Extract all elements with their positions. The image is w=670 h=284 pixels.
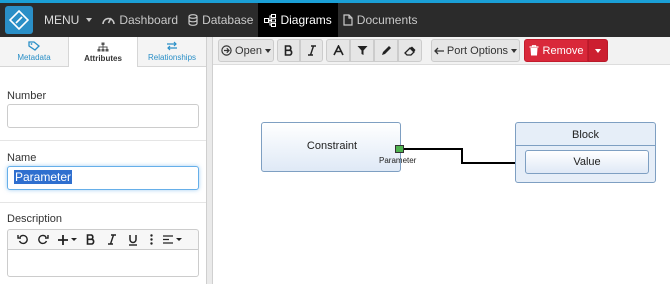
remove-button[interactable]: Remove xyxy=(524,39,588,62)
divider xyxy=(0,140,206,141)
nav-diagrams-label: Diagrams xyxy=(280,13,332,27)
name-field-value: Parameter xyxy=(14,170,73,184)
database-icon xyxy=(188,14,198,26)
align-dropdown[interactable] xyxy=(159,231,185,249)
port-options-label: Port Options xyxy=(446,44,509,57)
nav-documents-label: Documents xyxy=(356,13,418,27)
tab-attributes-label: Attributes xyxy=(84,53,122,63)
bold-button[interactable] xyxy=(80,231,101,249)
description-label: Description xyxy=(7,213,63,225)
undo-button[interactable] xyxy=(12,231,33,249)
open-button[interactable]: Open xyxy=(218,39,274,62)
bold-button[interactable] xyxy=(277,39,300,62)
trash-icon xyxy=(529,45,539,56)
block-node[interactable]: Block Value xyxy=(515,122,656,183)
name-field[interactable]: Parameter xyxy=(7,166,199,190)
nav-dashboard[interactable]: Dashboard xyxy=(97,3,183,37)
exchange-icon xyxy=(167,41,177,51)
tab-metadata[interactable]: Metadata xyxy=(0,37,68,66)
bold-icon xyxy=(284,45,292,56)
block-divider xyxy=(516,145,655,146)
chevron-down-icon xyxy=(86,18,93,22)
italic-button[interactable] xyxy=(101,231,122,249)
align-left-icon xyxy=(162,235,173,244)
nav-database[interactable]: Database xyxy=(183,3,258,37)
chevron-down-icon xyxy=(70,238,77,241)
nav-dashboard-label: Dashboard xyxy=(119,13,179,27)
document-icon xyxy=(343,14,353,26)
value-property[interactable]: Value xyxy=(525,150,649,174)
app-logo[interactable] xyxy=(5,6,33,34)
tag-icon xyxy=(28,41,40,51)
eraser-icon xyxy=(404,46,416,56)
parameter-port[interactable] xyxy=(395,145,404,153)
remove-options-dropdown[interactable] xyxy=(588,39,608,62)
filter-icon xyxy=(357,46,367,55)
filter-button[interactable] xyxy=(350,39,374,62)
chevron-down-icon xyxy=(511,48,518,53)
eraser-button[interactable] xyxy=(398,39,422,62)
number-field[interactable] xyxy=(7,104,199,128)
port-options-button[interactable]: Port Options xyxy=(431,39,520,62)
nav-diagrams[interactable]: Diagrams xyxy=(258,3,338,37)
dashboard-icon xyxy=(102,17,116,25)
redo-icon xyxy=(38,234,49,245)
italic-icon xyxy=(307,45,316,56)
connector-line[interactable] xyxy=(404,148,525,164)
name-label: Name xyxy=(7,152,37,164)
sitemap-icon xyxy=(97,42,109,51)
italic-button[interactable] xyxy=(300,39,323,62)
redo-button[interactable] xyxy=(33,231,54,249)
ellipsis-vertical-icon xyxy=(149,234,153,245)
arrow-circle-right-icon xyxy=(221,45,232,56)
menu-button[interactable]: MENU xyxy=(33,3,97,37)
diagram-canvas[interactable]: Constraint Parameter Block Value xyxy=(213,65,670,284)
remove-button-label: Remove xyxy=(542,44,584,57)
pencil-icon xyxy=(381,46,391,55)
underline-icon xyxy=(128,234,137,246)
insert-dropdown[interactable] xyxy=(54,231,80,249)
chevron-down-icon xyxy=(264,48,271,53)
description-editor[interactable] xyxy=(7,249,199,277)
panel-tabs: Metadata Attributes Relationships xyxy=(0,37,206,67)
font-icon xyxy=(332,45,344,56)
chevron-down-icon xyxy=(595,48,601,53)
pencil-button[interactable] xyxy=(374,39,398,62)
block-node-title: Block xyxy=(572,129,599,141)
arrow-left-icon xyxy=(434,47,444,54)
top-navbar: MENU Dashboard Database Diagrams Documen… xyxy=(0,0,670,37)
underline-button[interactable] xyxy=(122,231,143,249)
diagram-toolbar: Open Port Options Remove xyxy=(213,37,670,65)
more-options-button[interactable] xyxy=(143,231,159,249)
constraint-node-title: Constraint xyxy=(306,140,358,152)
nav-documents[interactable]: Documents xyxy=(338,3,423,37)
tab-metadata-label: Metadata xyxy=(17,53,51,62)
nav-database-label: Database xyxy=(202,13,254,27)
tab-relationships[interactable]: Relationships xyxy=(138,37,206,66)
tab-attributes[interactable]: Attributes xyxy=(68,37,138,67)
chevron-down-icon xyxy=(175,238,182,241)
open-button-label: Open xyxy=(235,44,262,57)
menu-label: MENU xyxy=(44,13,80,27)
divider xyxy=(0,202,206,203)
bold-icon xyxy=(86,234,94,245)
value-property-label: Value xyxy=(573,156,601,168)
number-label: Number xyxy=(7,90,47,102)
tab-relationships-label: Relationships xyxy=(147,53,197,62)
plus-icon xyxy=(57,234,68,245)
italic-icon xyxy=(107,234,116,245)
parameter-port-label: Parameter xyxy=(379,156,417,165)
font-button[interactable] xyxy=(326,39,350,62)
diagram-icon xyxy=(264,13,277,27)
description-editor-toolbar xyxy=(7,229,199,249)
undo-icon xyxy=(17,234,28,245)
